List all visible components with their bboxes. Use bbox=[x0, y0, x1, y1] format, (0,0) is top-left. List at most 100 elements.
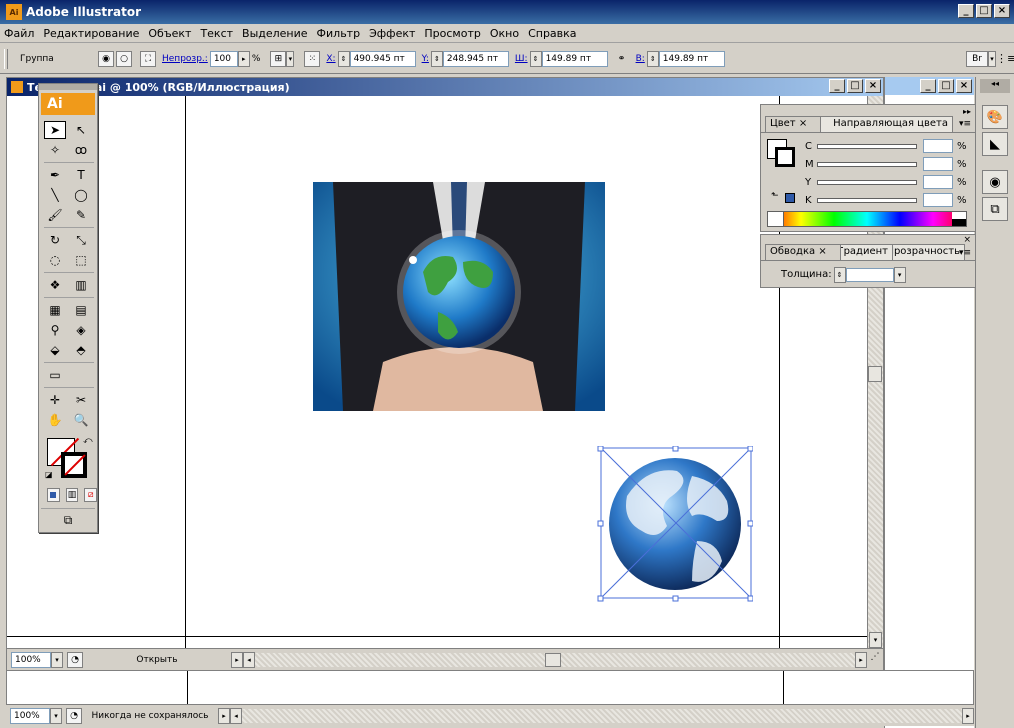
stroke-gradient-icon[interactable]: ◣ bbox=[982, 132, 1008, 156]
scissors-tool-icon[interactable]: ✂ bbox=[70, 391, 92, 409]
y-label[interactable]: Y: bbox=[422, 54, 429, 64]
menu-edit[interactable]: Редактирование bbox=[39, 27, 144, 40]
yellow-slider[interactable] bbox=[817, 179, 917, 185]
scroll-down-icon[interactable]: ▾ bbox=[869, 632, 882, 648]
doc-close-button[interactable]: × bbox=[865, 79, 881, 93]
none-mode-icon[interactable]: ⧄ bbox=[84, 488, 98, 502]
rotate-tool-icon[interactable]: ↻ bbox=[44, 231, 66, 249]
vertical-scroll-thumb[interactable] bbox=[868, 366, 882, 382]
white-swatch[interactable] bbox=[952, 212, 966, 219]
stroke-weight-input[interactable] bbox=[845, 267, 894, 282]
hands-globe-photo[interactable] bbox=[313, 182, 605, 411]
screen-mode-icon[interactable]: ⧉ bbox=[41, 508, 95, 528]
scale-tool-icon[interactable]: ⤡ bbox=[70, 231, 92, 249]
paintbrush-tool-icon[interactable]: 🖌 bbox=[44, 206, 66, 224]
zoom-tool-icon[interactable]: 🔍 bbox=[70, 411, 92, 429]
out-of-gamut-icon[interactable]: ⬑ bbox=[771, 191, 779, 201]
panel-menu-icon[interactable]: ⋮≡ bbox=[996, 52, 1014, 65]
w-label[interactable]: Ш: bbox=[515, 54, 528, 64]
align-icon[interactable]: ⊞ bbox=[270, 50, 287, 67]
maximize-button[interactable]: □ bbox=[976, 4, 992, 18]
line-tool-icon[interactable]: ╲ bbox=[44, 186, 66, 204]
bridge-icon[interactable]: Br bbox=[966, 50, 988, 67]
h-label[interactable]: В: bbox=[636, 54, 645, 64]
menu-select[interactable]: Выделение bbox=[238, 27, 313, 40]
color-tab[interactable]: Цвет × bbox=[765, 116, 821, 132]
brush-icon[interactable]: ⛶ bbox=[140, 50, 156, 67]
artboard-canvas[interactable] bbox=[7, 96, 867, 648]
grip-handle[interactable] bbox=[4, 48, 8, 69]
opacity-label[interactable]: Непрозр.: bbox=[162, 54, 208, 64]
stroke-weight-stepper[interactable]: ⇕ bbox=[833, 266, 846, 283]
pencil-tool-icon[interactable]: ✎ bbox=[70, 206, 92, 224]
scroll-left-icon[interactable]: ◂ bbox=[243, 651, 255, 668]
menu-file[interactable]: Файл bbox=[0, 27, 39, 40]
stroke-swatch[interactable] bbox=[61, 452, 87, 478]
stroke-tab[interactable]: Обводка × bbox=[765, 244, 841, 260]
panel-expand-icon[interactable]: ▸▸ bbox=[963, 107, 971, 116]
menu-help[interactable]: Справка bbox=[524, 27, 581, 40]
w-stepper[interactable]: ⇕ bbox=[529, 50, 542, 67]
live-paint-selection-icon[interactable]: ⬘ bbox=[70, 341, 92, 359]
reference-point-icon[interactable]: ⁙ bbox=[304, 50, 321, 67]
x-stepper[interactable]: ⇕ bbox=[337, 50, 350, 67]
bg-status-arrow-icon[interactable]: ▸ bbox=[218, 707, 230, 724]
bridge-dropdown-icon[interactable]: ▾ bbox=[988, 50, 996, 67]
default-fill-stroke-icon[interactable]: ◪ bbox=[45, 470, 53, 479]
swap-fill-stroke-icon[interactable]: ⤺ bbox=[83, 436, 93, 446]
x-input[interactable]: 490.945 пт bbox=[349, 50, 416, 67]
bg-horizontal-scrollbar[interactable] bbox=[242, 708, 962, 723]
bg-status-text[interactable]: Никогда не сохранялось bbox=[82, 711, 218, 721]
type-tool-icon[interactable]: T bbox=[70, 166, 92, 184]
menu-filter[interactable]: Фильтр bbox=[313, 27, 366, 40]
mesh-tool-icon[interactable]: ▦ bbox=[44, 301, 66, 319]
magic-wand-tool-icon[interactable]: ✧ bbox=[44, 141, 66, 159]
menu-type[interactable]: Текст bbox=[196, 27, 238, 40]
pen-tool-icon[interactable]: ✒ bbox=[44, 166, 66, 184]
tools-panel-header[interactable] bbox=[39, 84, 97, 90]
y-input[interactable]: 248.945 пт bbox=[442, 50, 509, 67]
scroll-right-icon[interactable]: ▸ bbox=[855, 651, 867, 668]
selection-tool-icon[interactable]: ➤ bbox=[44, 121, 66, 139]
free-transform-tool-icon[interactable]: ⬚ bbox=[70, 251, 92, 269]
bg-scroll-right-icon[interactable]: ▸ bbox=[962, 707, 974, 724]
status-icon[interactable]: ◔ bbox=[67, 651, 83, 668]
graph-tool-icon[interactable]: ▥ bbox=[70, 276, 92, 294]
black-slider[interactable] bbox=[817, 197, 917, 203]
menu-object[interactable]: Объект bbox=[144, 27, 196, 40]
symbol-sprayer-tool-icon[interactable]: ❖ bbox=[44, 276, 66, 294]
last-color-swatch[interactable] bbox=[785, 193, 795, 203]
link-icon[interactable]: ⚭ bbox=[614, 51, 630, 67]
bg-doc-maximize-button[interactable]: □ bbox=[938, 79, 954, 93]
horizontal-scroll-thumb[interactable] bbox=[545, 652, 561, 667]
h-input[interactable]: 149.89 пт bbox=[658, 50, 725, 67]
h-stepper[interactable]: ⇕ bbox=[646, 50, 659, 67]
close-tab-icon[interactable]: × bbox=[818, 246, 826, 257]
eyedropper-tool-icon[interactable]: ⚲ bbox=[44, 321, 66, 339]
status-arrow-icon[interactable]: ▸ bbox=[231, 651, 243, 668]
appearance-icon[interactable]: ◉ bbox=[982, 170, 1008, 194]
live-paint-bucket-icon[interactable]: ⬙ bbox=[44, 341, 66, 359]
style-swatch-icon[interactable]: ○ bbox=[116, 50, 132, 67]
lasso-tool-icon[interactable]: ꝏ bbox=[70, 141, 92, 159]
hand-tool-icon[interactable]: ✋ bbox=[44, 411, 66, 429]
none-color-swatch[interactable] bbox=[768, 212, 784, 226]
doc-maximize-button[interactable]: □ bbox=[847, 79, 863, 93]
selected-globe-graphic[interactable] bbox=[597, 446, 753, 602]
color-panel-icon[interactable]: 🎨 bbox=[982, 105, 1008, 129]
bg-zoom-input[interactable]: 100% bbox=[10, 707, 50, 724]
zoom-input[interactable]: 100% bbox=[11, 651, 51, 668]
menu-view[interactable]: Просмотр bbox=[420, 27, 485, 40]
menu-window[interactable]: Окно bbox=[486, 27, 524, 40]
resize-grip-icon[interactable]: ⋰ bbox=[867, 652, 883, 668]
opacity-dropdown-icon[interactable]: ▸ bbox=[237, 50, 250, 67]
stroke-weight-dropdown-icon[interactable]: ▾ bbox=[893, 266, 906, 283]
close-tab-icon[interactable]: × bbox=[799, 118, 807, 129]
cyan-input[interactable] bbox=[923, 139, 953, 153]
panel-menu-icon[interactable]: ▾≡ bbox=[959, 248, 971, 258]
eraser-tool-icon[interactable]: ▭ bbox=[44, 366, 66, 384]
black-swatch[interactable] bbox=[952, 219, 966, 226]
opacity-input[interactable]: 100 bbox=[209, 50, 238, 67]
minimize-button[interactable]: _ bbox=[958, 4, 974, 18]
zoom-dropdown-icon[interactable]: ▾ bbox=[51, 651, 63, 668]
